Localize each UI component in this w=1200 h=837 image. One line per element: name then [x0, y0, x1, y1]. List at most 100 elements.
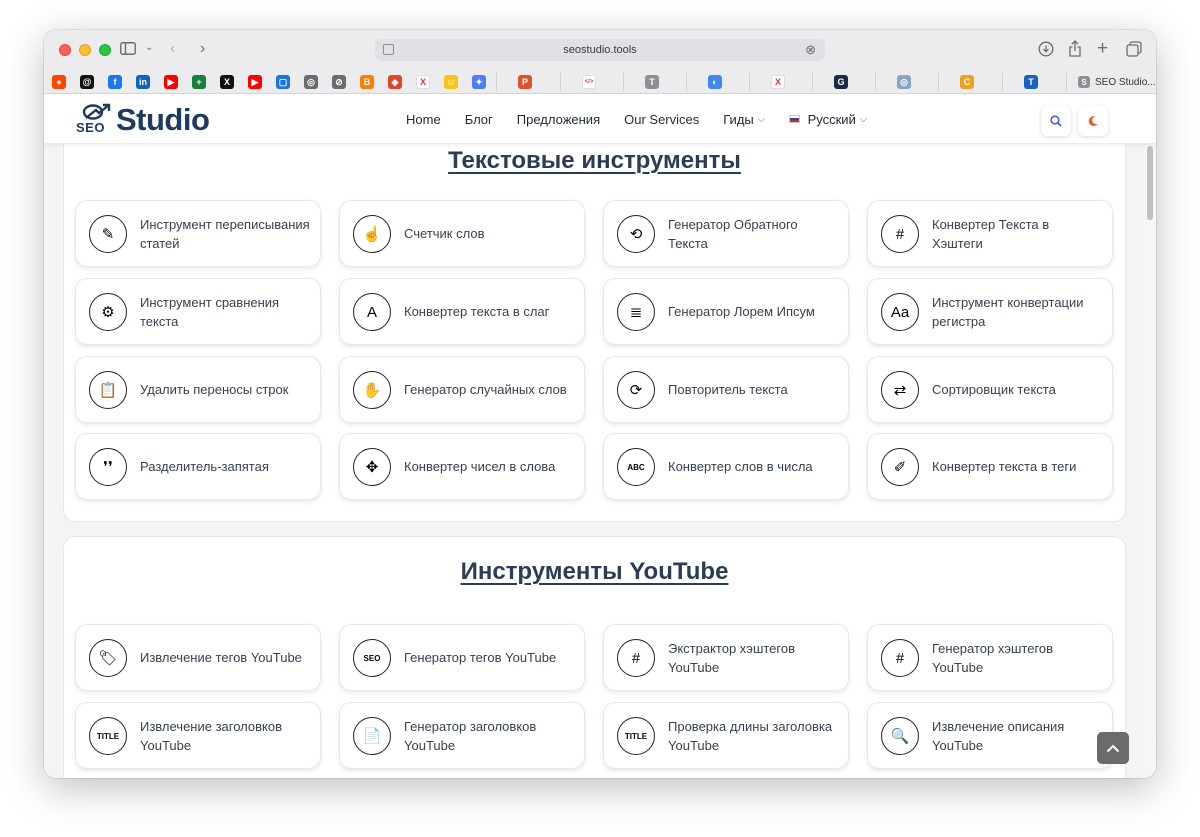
sidebar-menu-chevron-icon[interactable]: ⌄: [145, 43, 153, 53]
tool-card[interactable]: A Конвертер текста в слаг: [339, 278, 585, 345]
smiley-icon[interactable]: ☺: [444, 75, 458, 89]
code-icon[interactable]: </>: [582, 75, 596, 89]
address-bar[interactable]: seostudio.tools ⊗: [375, 39, 825, 61]
chevron-down-icon: ⌵: [757, 113, 765, 124]
moon-icon: [1088, 116, 1098, 127]
tool-card-label: Удалить переносы строк: [140, 382, 289, 397]
tool-card[interactable]: ✐ Конвертер текста в теги: [867, 433, 1113, 500]
t-blue-icon[interactable]: T: [1024, 75, 1038, 89]
scroll-to-top-button[interactable]: [1097, 732, 1129, 764]
tab-seo-studio[interactable]: S SEO Studio...: [1078, 73, 1156, 91]
forward-icon[interactable]: ›: [200, 41, 205, 57]
tool-card-label: Извлечение заголовков YouTube: [140, 718, 283, 753]
tool-card[interactable]: ⟲ Генератор Обратного Текста: [603, 200, 849, 267]
tool-card[interactable]: ≣ Генератор Лорем Ипсум: [603, 278, 849, 345]
back-icon[interactable]: ‹: [170, 41, 175, 57]
new-tab-icon[interactable]: +: [1097, 39, 1108, 58]
threads-icon[interactable]: @: [80, 75, 94, 89]
x-icon[interactable]: X: [220, 75, 234, 89]
section-title[interactable]: Текстовые инструменты: [64, 147, 1125, 175]
favorites-separator: [749, 73, 750, 91]
compass-icon[interactable]: ⊘: [332, 75, 346, 89]
pie-icon[interactable]: ◐: [708, 75, 722, 89]
tool-card-label: Проверка длины заголовка YouTube: [668, 718, 833, 753]
tool-card-label: Генератор хэштегов YouTube: [932, 640, 1054, 675]
c-icon[interactable]: C: [960, 75, 974, 89]
tool-card-label: Извлечение описания YouTube: [932, 718, 1065, 753]
close-window-button[interactable]: [59, 44, 71, 56]
nav-guides[interactable]: Гиды ⌵: [723, 112, 764, 127]
yt-hashtag-gen-icon: #: [881, 639, 919, 677]
sparkle-icon[interactable]: ✦: [472, 75, 486, 89]
favorites-separator: [938, 73, 939, 91]
tool-card[interactable]: 📋 Удалить переносы строк: [75, 356, 321, 423]
search-button[interactable]: [1041, 106, 1071, 136]
blogger-icon[interactable]: B: [360, 75, 374, 89]
globe-2-icon[interactable]: ◎: [897, 75, 911, 89]
yt-title-extract-icon: TITLE: [89, 717, 127, 755]
tool-card[interactable]: Aa Инструмент конвертации регистра: [867, 278, 1113, 345]
tool-card-label: Генератор Обратного Текста: [668, 216, 798, 251]
tool-card[interactable]: ⚙ Инструмент сравнения текста: [75, 278, 321, 345]
section-title[interactable]: Инструменты YouTube: [64, 558, 1125, 586]
fullscreen-window-button[interactable]: [99, 44, 111, 56]
chat-icon[interactable]: ▢: [276, 75, 290, 89]
nav-offers[interactable]: Предложения: [517, 112, 600, 127]
tool-card[interactable]: ⟳ Повторитель текста: [603, 356, 849, 423]
globe-icon[interactable]: ◎: [304, 75, 318, 89]
tool-card-label: Инструмент переписывания статей: [140, 216, 310, 251]
tool-card[interactable]: 🔍 Извлечение описания YouTube: [867, 702, 1113, 769]
nav-language[interactable]: Русский ⌵: [788, 112, 867, 127]
minimize-window-button[interactable]: [79, 44, 91, 56]
site-header: SEO Studio Home Блог Предложения Our Ser…: [44, 94, 1156, 144]
reddit-icon[interactable]: ●: [52, 75, 66, 89]
linkedin-icon[interactable]: in: [136, 75, 150, 89]
tool-card[interactable]: 📄 Генератор заголовков YouTube: [339, 702, 585, 769]
t-icon[interactable]: T: [645, 75, 659, 89]
site-settings-icon[interactable]: [383, 44, 394, 55]
tool-card[interactable]: SEO Генератор тегов YouTube: [339, 624, 585, 691]
tool-card[interactable]: TITLE Проверка длины заголовка YouTube: [603, 702, 849, 769]
scrollbar-thumb[interactable]: [1147, 146, 1153, 220]
tool-card[interactable]: ❜❜ Разделитель-запятая: [75, 433, 321, 500]
tool-card[interactable]: # Конвертер Текста в Хэштеги: [867, 200, 1113, 267]
tool-card-label: Конвертер чисел в слова: [404, 459, 556, 474]
tool-card-label: Генератор тегов YouTube: [404, 650, 557, 665]
tool-card-label: Счетчик слов: [404, 226, 485, 241]
nav-home[interactable]: Home: [406, 112, 441, 127]
window-controls: [59, 44, 111, 56]
downloads-icon[interactable]: [1038, 41, 1054, 60]
yt-tag-extract-icon: 🏷: [89, 639, 127, 677]
tool-card[interactable]: 🏷 Извлечение тегов YouTube: [75, 624, 321, 691]
tool-card[interactable]: ☝ Счетчик слов: [339, 200, 585, 267]
sidebar-toggle-icon[interactable]: [120, 42, 136, 58]
dark-mode-toggle[interactable]: [1078, 106, 1108, 136]
clear-url-icon[interactable]: ⊗: [805, 42, 816, 58]
page-scrollbar[interactable]: [1144, 144, 1156, 778]
tool-card[interactable]: ABC Конвертер слов в числа: [603, 433, 849, 500]
youtube-icon[interactable]: ▶: [164, 75, 178, 89]
tool-card[interactable]: ✥ Конвертер чисел в слова: [339, 433, 585, 500]
share-icon[interactable]: [1068, 40, 1082, 60]
tool-card[interactable]: TITLE Извлечение заголовков YouTube: [75, 702, 321, 769]
gitlab-icon[interactable]: ◆: [388, 75, 402, 89]
g-dark-icon[interactable]: G: [834, 75, 848, 89]
tool-card[interactable]: # Экстрактор хэштегов YouTube: [603, 624, 849, 691]
tool-card-label: Повторитель текста: [668, 382, 788, 397]
x-red-icon[interactable]: X: [771, 75, 785, 89]
tool-card[interactable]: ⇄ Сортировщик текста: [867, 356, 1113, 423]
facebook-icon[interactable]: f: [108, 75, 122, 89]
tool-card[interactable]: ✎ Инструмент переписывания статей: [75, 200, 321, 267]
tool-card[interactable]: # Генератор хэштегов YouTube: [867, 624, 1113, 691]
youtube-studio-icon[interactable]: ▶: [248, 75, 262, 89]
case-icon: Aa: [881, 293, 919, 331]
chevron-up-icon: [1106, 744, 1120, 752]
tool-card[interactable]: ✋ Генератор случайных слов: [339, 356, 585, 423]
tab-overview-icon[interactable]: [1126, 41, 1142, 60]
x-tool-icon[interactable]: X: [416, 75, 430, 89]
nav-services[interactable]: Our Services: [624, 112, 699, 127]
sheets-icon[interactable]: +: [192, 75, 206, 89]
producthunt-icon[interactable]: P: [518, 75, 532, 89]
search-icon: [1050, 115, 1062, 127]
nav-blog[interactable]: Блог: [465, 112, 493, 127]
